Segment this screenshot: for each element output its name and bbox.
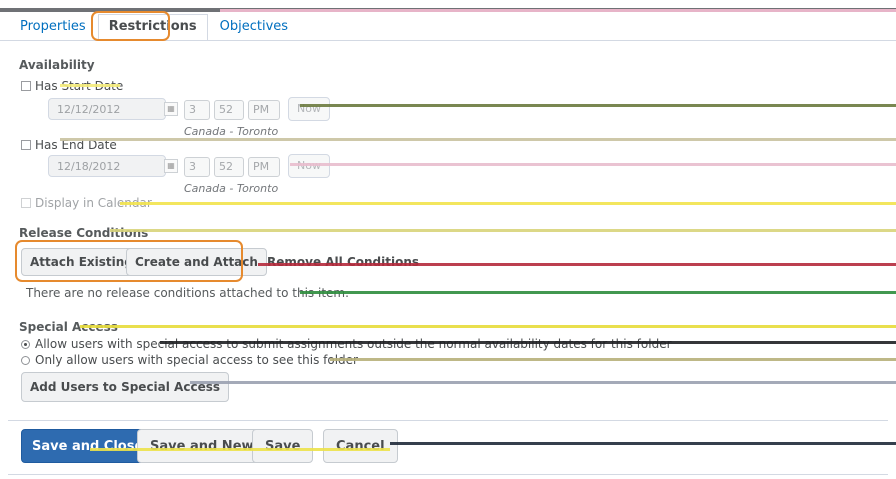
start-date-input[interactable]: 12/12/2012 [48, 98, 166, 120]
bottom-border [8, 474, 888, 475]
restrictions-tab-highlight [91, 11, 170, 41]
end-timezone: Canada - Toronto [184, 182, 279, 195]
special-access-option-only-users[interactable]: Only allow users with special access to … [21, 353, 358, 367]
calendar-icon[interactable]: ▦ [164, 159, 178, 173]
start-now-button[interactable]: Now [288, 97, 330, 121]
artifact-stripe [290, 163, 896, 166]
radio-selected-icon[interactable] [21, 339, 30, 349]
artifact-stripe [90, 448, 390, 451]
remove-all-conditions-button[interactable]: Remove All Conditions [258, 248, 428, 276]
option-outside-dates-label: Allow users with special access to submi… [35, 337, 672, 351]
start-hour-select[interactable]: 3 [184, 100, 210, 120]
artifact-stripe [120, 202, 896, 205]
save-and-new-button[interactable]: Save and New [137, 429, 267, 463]
artifact-stripe [60, 138, 896, 141]
tab-objectives[interactable]: Objectives [212, 15, 296, 40]
artifact-stripe [258, 263, 896, 266]
start-timezone: Canada - Toronto [184, 125, 279, 138]
calendar-icon[interactable]: ▦ [164, 102, 178, 116]
save-and-close-button[interactable]: Save and Close [21, 429, 155, 463]
artifact-stripe [300, 104, 896, 107]
radio-unselected-icon[interactable] [21, 355, 30, 365]
artifact-stripe [160, 341, 896, 344]
cancel-button[interactable]: Cancel [323, 429, 398, 463]
artifact-stripe [300, 291, 896, 294]
tab-properties[interactable]: Properties [12, 15, 94, 40]
end-date-input[interactable]: 12/18/2012 [48, 155, 166, 177]
end-hour-select[interactable]: 3 [184, 157, 210, 177]
top-pink-bar [220, 9, 896, 12]
end-now-button[interactable]: Now [288, 154, 330, 178]
artifact-stripe [80, 325, 896, 328]
start-date-checkbox[interactable] [21, 81, 31, 91]
option-only-users-label: Only allow users with special access to … [35, 353, 358, 367]
availability-heading: Availability [19, 58, 95, 72]
footer-divider [8, 420, 888, 421]
end-minute-select[interactable]: 52 [214, 157, 244, 177]
artifact-stripe [110, 229, 896, 232]
end-ampm-select[interactable]: PM [248, 157, 280, 177]
calendar-checkbox[interactable] [21, 198, 31, 208]
save-button[interactable]: Save [252, 429, 314, 463]
release-buttons-highlight [15, 240, 243, 282]
start-ampm-select[interactable]: PM [248, 100, 280, 120]
special-access-option-outside-dates[interactable]: Allow users with special access to submi… [21, 337, 672, 351]
artifact-stripe [330, 358, 896, 361]
artifact-stripe [190, 381, 896, 384]
end-date-checkbox[interactable] [21, 140, 31, 150]
artifact-stripe [390, 442, 896, 445]
add-users-special-access-button[interactable]: Add Users to Special Access [21, 372, 229, 402]
artifact-stripe [60, 84, 120, 87]
start-minute-select[interactable]: 52 [214, 100, 244, 120]
